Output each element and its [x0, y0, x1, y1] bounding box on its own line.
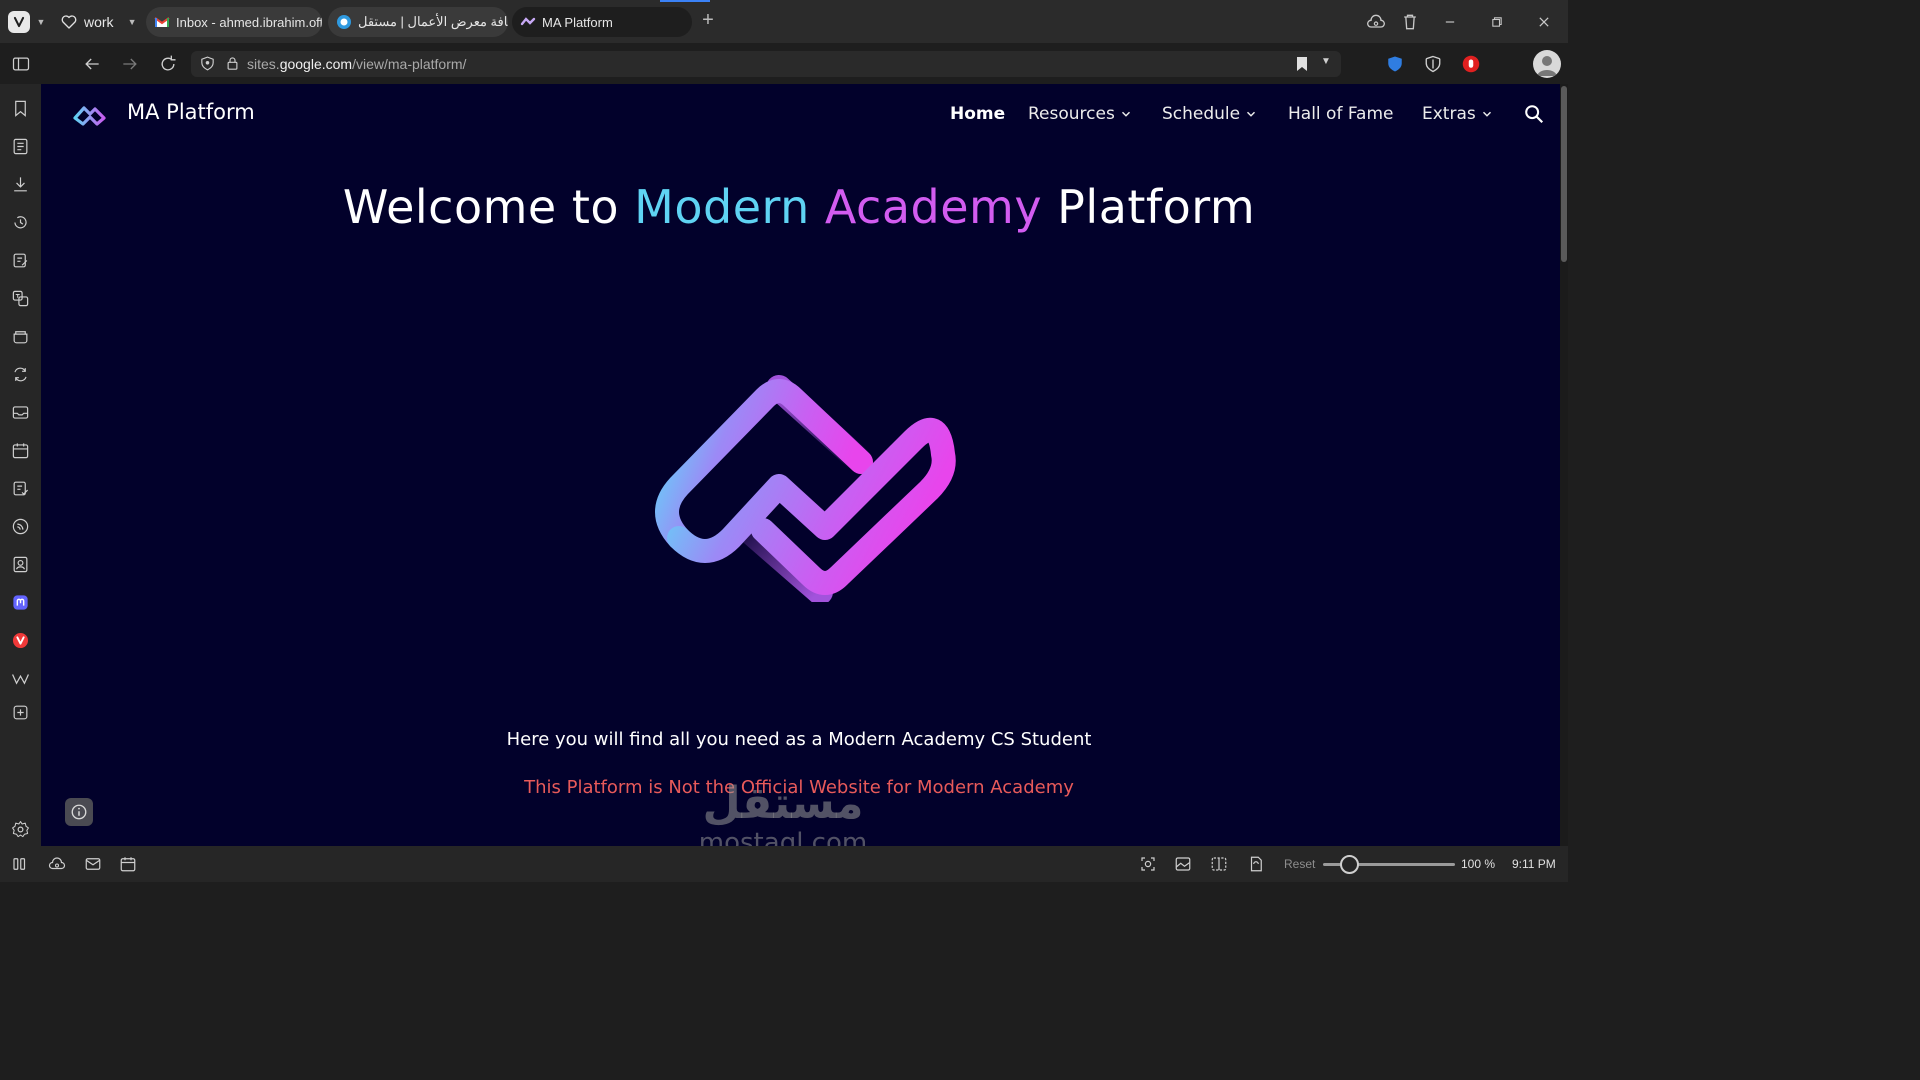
chevron-down-icon	[1121, 111, 1130, 117]
calendar-icon[interactable]	[119, 855, 137, 873]
vivaldi-web-panel-icon[interactable]	[11, 631, 30, 650]
page-actions-icon[interactable]	[1247, 855, 1265, 873]
vivaldi-logo-icon	[13, 16, 25, 27]
address-bar: sites.google.com/view/ma-platform/ ▼	[0, 43, 1568, 84]
tab-title: إضافة معرض الأعمال | مستقل	[358, 14, 508, 29]
tasks-icon[interactable]	[11, 479, 30, 498]
zoom-value: 100 %	[1461, 857, 1496, 871]
tab-ma-platform[interactable]: MA Platform	[512, 7, 692, 37]
tab-inbox[interactable]: Inbox - ahmed.ibrahim.offic	[146, 7, 322, 37]
bitwarden-shield-icon[interactable]	[1386, 55, 1404, 73]
window-panel-icon[interactable]	[11, 327, 30, 346]
lock-icon[interactable]	[225, 56, 240, 71]
panel-toggle-icon[interactable]	[11, 855, 29, 873]
panel-toggle-icon[interactable]	[10, 53, 32, 75]
mail-icon[interactable]	[84, 855, 102, 873]
tab-title: MA Platform	[542, 14, 613, 30]
trash-icon[interactable]	[1400, 12, 1420, 32]
chevron-down-icon	[1247, 111, 1256, 117]
url-text: sites.google.com/view/ma-platform/	[247, 56, 467, 72]
translate-icon[interactable]	[11, 289, 30, 308]
site-info-button[interactable]	[65, 798, 93, 826]
adblock-hand-icon[interactable]	[1462, 55, 1480, 73]
bookmark-icon[interactable]	[1295, 56, 1309, 72]
sync-cloud-icon[interactable]	[48, 855, 66, 873]
shield-icon[interactable]	[199, 55, 216, 72]
hero-title: Welcome to Modern Academy Platform	[342, 180, 1256, 234]
chevron-down-icon: ▼	[127, 16, 137, 27]
contacts-icon[interactable]	[11, 555, 30, 574]
nav-schedule[interactable]: Schedule	[1162, 102, 1258, 126]
mostaql-icon	[337, 15, 351, 29]
bookmarks-icon[interactable]	[11, 99, 30, 118]
reload-icon[interactable]	[157, 53, 179, 75]
status-bar: Reset 100 % 9:11 PM	[0, 846, 1568, 882]
restore-icon[interactable]	[1487, 12, 1507, 32]
user-avatar-icon	[1537, 56, 1557, 76]
ma-platform-icon	[520, 17, 536, 26]
web-page: MA Platform Home Resources Schedule Hall…	[41, 84, 1560, 846]
downloads-icon[interactable]	[11, 175, 30, 194]
clock: 9:11 PM	[1512, 857, 1556, 871]
zoom-slider-handle[interactable]	[1340, 855, 1359, 874]
reading-list-icon[interactable]	[11, 137, 30, 156]
zoom-reset-button[interactable]: Reset	[1284, 857, 1315, 871]
heart-icon	[61, 14, 77, 29]
subtitle-text: Here you will find all you need as a Mod…	[506, 729, 1092, 750]
new-tab-button[interactable]: +	[698, 10, 718, 31]
site-logo-icon[interactable]	[71, 98, 109, 128]
nav-hall-of-fame[interactable]: Hall of Fame	[1288, 102, 1394, 126]
tab-bar: ▼ work ▼ Inbox - ahmed.ibrahim.offic إضا…	[0, 0, 1568, 43]
calendar-icon[interactable]	[11, 441, 30, 460]
info-icon	[71, 804, 87, 820]
vivaldi-menu-button[interactable]	[8, 10, 30, 33]
site-name[interactable]: MA Platform	[127, 100, 255, 124]
history-icon[interactable]	[11, 213, 30, 232]
close-icon[interactable]	[1534, 12, 1554, 32]
nav-resources[interactable]: Resources	[1028, 102, 1133, 126]
browser-window: ▼ work ▼ Inbox - ahmed.ibrahim.offic إضا…	[0, 0, 1568, 882]
sync-icon[interactable]	[11, 365, 30, 384]
profile-avatar[interactable]	[1533, 50, 1561, 78]
page-tiling-icon[interactable]	[1210, 855, 1228, 873]
workspace-switcher[interactable]: work ▼	[60, 13, 136, 31]
back-icon[interactable]	[81, 53, 103, 75]
screenshot-icon[interactable]	[1139, 855, 1157, 873]
minimize-icon[interactable]	[1440, 12, 1460, 32]
nav-extras[interactable]: Extras	[1422, 102, 1494, 126]
settings-gear-icon[interactable]	[11, 820, 30, 839]
feeds-icon[interactable]	[11, 517, 30, 536]
chevron-down-icon	[1482, 111, 1491, 117]
tab-mostaql[interactable]: إضافة معرض الأعمال | مستقل	[328, 7, 508, 37]
notes-icon[interactable]	[11, 251, 30, 270]
wikipedia-icon[interactable]	[11, 669, 30, 688]
add-panel-icon[interactable]	[11, 703, 30, 722]
menu-caret-icon[interactable]: ▼	[36, 17, 46, 27]
hero-logo-image	[655, 375, 956, 602]
side-panel	[0, 84, 41, 846]
gmail-icon	[154, 17, 170, 27]
privacy-shield-icon[interactable]	[1424, 55, 1442, 73]
nav-home[interactable]: Home	[950, 102, 1005, 126]
tab-title: Inbox - ahmed.ibrahim.offic	[176, 14, 322, 30]
search-icon[interactable]	[1523, 103, 1545, 125]
workspace-label: work	[84, 13, 114, 30]
forward-icon[interactable]	[119, 53, 141, 75]
mail-icon[interactable]	[11, 403, 30, 422]
image-toggle-icon[interactable]	[1174, 855, 1192, 873]
url-field[interactable]: sites.google.com/view/ma-platform/ ▼	[191, 51, 1341, 77]
scrollbar-thumb[interactable]	[1561, 86, 1567, 262]
dropdown-caret-icon[interactable]: ▼	[1321, 56, 1331, 67]
sync-cloud-icon[interactable]	[1366, 12, 1386, 32]
tab-loading-indicator	[660, 0, 710, 2]
mastodon-icon[interactable]	[11, 593, 30, 612]
